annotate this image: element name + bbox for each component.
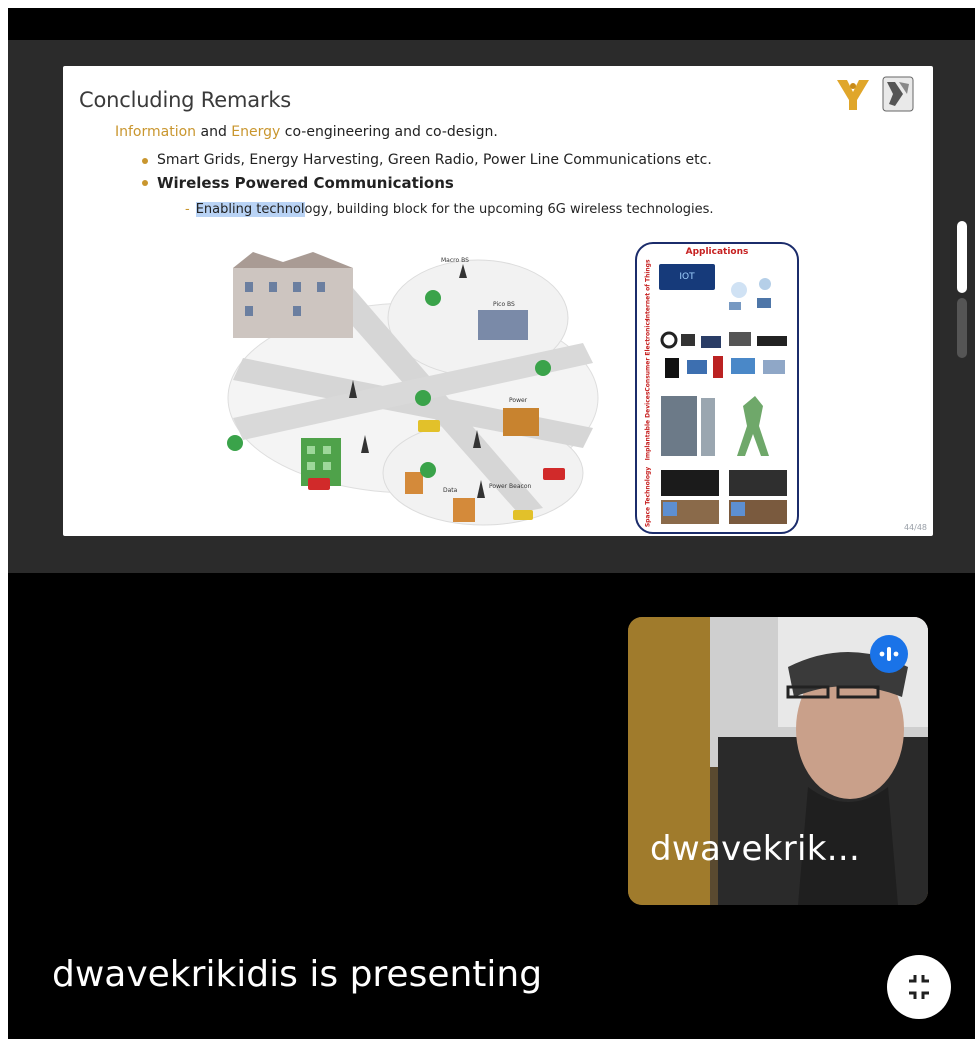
applications-panel: Applications Internet of Things IOT Cons… [635, 242, 799, 534]
castle-building [233, 252, 353, 338]
bullet-dot-icon [142, 158, 148, 164]
crest-logo-icon [882, 76, 914, 112]
power-label: Power [509, 397, 528, 404]
bullet-item: Smart Grids, Energy Harvesting, Green Ra… [139, 152, 712, 168]
meeting-screen: Concluding Remarks Information and Energ… [8, 8, 975, 1039]
presentation-slide: Concluding Remarks Information and Energ… [63, 66, 933, 536]
exit-fullscreen-icon [909, 975, 929, 999]
app-row-implantable: Implantable Devices [641, 390, 791, 462]
consumer-devices-image [660, 331, 787, 378]
audio-wave-icon [879, 647, 899, 661]
network-illustration: Macro BS Pico BS Power Data Power Beacon [227, 252, 599, 526]
sub-bullet: - Enabling technology, building block for… [185, 202, 714, 217]
bullet-list: Smart Grids, Energy Harvesting, Green Ra… [139, 152, 712, 198]
app-row-iot: Internet of Things IOT [641, 259, 791, 321]
iot-devices-image [729, 278, 771, 310]
power-beacon-label: Power Beacon [489, 483, 532, 490]
exit-fullscreen-button[interactable] [887, 955, 951, 1019]
line1-rest: co-engineering and co-design. [280, 124, 498, 140]
pico-bs-label: Pico BS [493, 301, 515, 308]
slide-line-info-energy: Information and Energy co-engineering an… [115, 124, 498, 140]
scrollbar-thumb[interactable] [957, 221, 967, 293]
slide-page-number: 44/48 [903, 523, 927, 532]
speaking-indicator [870, 635, 908, 673]
university-logos [837, 76, 914, 112]
data-label: Data [443, 487, 458, 494]
slide-title: Concluding Remarks [79, 88, 292, 112]
and-word: and [196, 124, 232, 140]
participant-name: dwavekrik... [650, 829, 861, 869]
applications-title: Applications [685, 247, 749, 257]
presenting-status: dwavekrikidis is presenting [52, 954, 543, 995]
iot-banner: IOT [659, 264, 715, 290]
sub-bullet-rest: ogy, building block for the upcoming 6G … [304, 202, 714, 217]
scrollbar-track[interactable] [957, 298, 967, 358]
energy-word: Energy [231, 124, 281, 140]
app-row-consumer: Consumer Electronics [641, 318, 791, 392]
macro-bs-label: Macro BS [441, 257, 469, 264]
gold-logo-icon [837, 80, 869, 110]
space-technology-image [661, 470, 787, 524]
participant-video-tile[interactable]: dwavekrik... [628, 617, 928, 905]
info-word: Information [115, 124, 197, 140]
bullet-item: Wireless Powered Communications [139, 174, 712, 192]
selected-text: Enabling technol [195, 202, 305, 217]
dash-icon: - [185, 202, 190, 217]
bullet-dot-icon [142, 180, 148, 186]
implantable-devices-image [661, 396, 769, 456]
app-row-space: Space Technology [641, 466, 791, 528]
